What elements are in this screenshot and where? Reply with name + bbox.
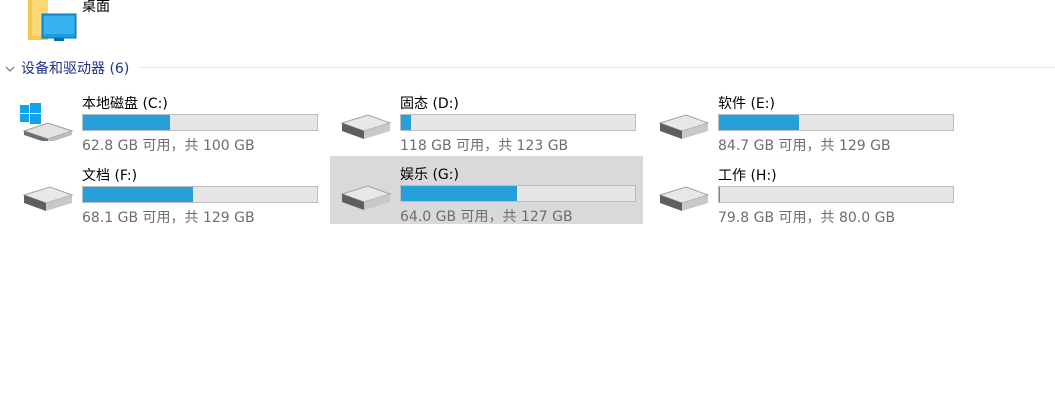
drive-usage-fill: [719, 187, 720, 202]
group-divider: [140, 67, 1055, 68]
hard-drive-icon: [336, 164, 394, 212]
drive-usage-fill: [401, 115, 411, 130]
drive-name: 固态 (D:): [400, 96, 459, 112]
file-explorer-content: 桌面 设备和驱动器 (6) 本地磁盘 (C:) 62.8 GB 可用，共 100…: [0, 0, 1055, 420]
drive-free-space: 64.0 GB 可用，共 127 GB: [400, 209, 573, 225]
drive-usage-bar: [82, 186, 318, 203]
drive-g[interactable]: 娱乐 (G:) 64.0 GB 可用，共 127 GB: [330, 156, 643, 225]
drive-free-space: 118 GB 可用，共 123 GB: [400, 138, 569, 154]
drive-usage-bar: [400, 185, 636, 202]
hard-drive-icon: [654, 165, 712, 213]
drive-free-space: 84.7 GB 可用，共 129 GB: [718, 138, 891, 154]
drive-usage-bar: [718, 186, 954, 203]
drive-free-space: 68.1 GB 可用，共 129 GB: [82, 210, 255, 226]
drive-usage-fill: [719, 115, 800, 130]
drive-name: 文档 (F:): [82, 168, 138, 184]
drive-usage-fill: [83, 115, 171, 130]
drive-d[interactable]: 固态 (D:) 118 GB 可用，共 123 GB: [330, 85, 643, 154]
drive-free-space: 62.8 GB 可用，共 100 GB: [82, 138, 255, 154]
drive-name: 软件 (E:): [718, 96, 775, 112]
drive-usage-fill: [401, 186, 518, 201]
drive-name: 工作 (H:): [718, 168, 777, 184]
drive-h[interactable]: 工作 (H:) 79.8 GB 可用，共 80.0 GB: [648, 157, 961, 226]
drive-free-space: 79.8 GB 可用，共 80.0 GB: [718, 210, 896, 226]
drive-e[interactable]: 软件 (E:) 84.7 GB 可用，共 129 GB: [648, 85, 961, 154]
drive-c[interactable]: 本地磁盘 (C:) 62.8 GB 可用，共 100 GB: [12, 85, 325, 154]
devices-and-drives-group-header[interactable]: 设备和驱动器 (6): [0, 56, 1055, 78]
drive-name: 本地磁盘 (C:): [82, 96, 168, 112]
windows-drive-icon: [18, 93, 76, 143]
drive-usage-bar: [400, 114, 636, 131]
hard-drive-icon: [654, 93, 712, 141]
drive-f[interactable]: 文档 (F:) 68.1 GB 可用，共 129 GB: [12, 157, 325, 226]
drive-usage-bar: [82, 114, 318, 131]
hard-drive-icon: [18, 165, 76, 213]
desktop-folder-item[interactable]: 桌面: [22, 0, 162, 44]
drive-name: 娱乐 (G:): [400, 167, 459, 183]
group-title: 设备和驱动器 (6): [21, 61, 130, 77]
drive-usage-fill: [83, 187, 194, 202]
desktop-folder-label: 桌面: [82, 0, 110, 15]
desktop-folder-icon: [24, 0, 80, 44]
hard-drive-icon: [336, 93, 394, 141]
drive-usage-bar: [718, 114, 954, 131]
chevron-down-icon[interactable]: [4, 60, 16, 72]
